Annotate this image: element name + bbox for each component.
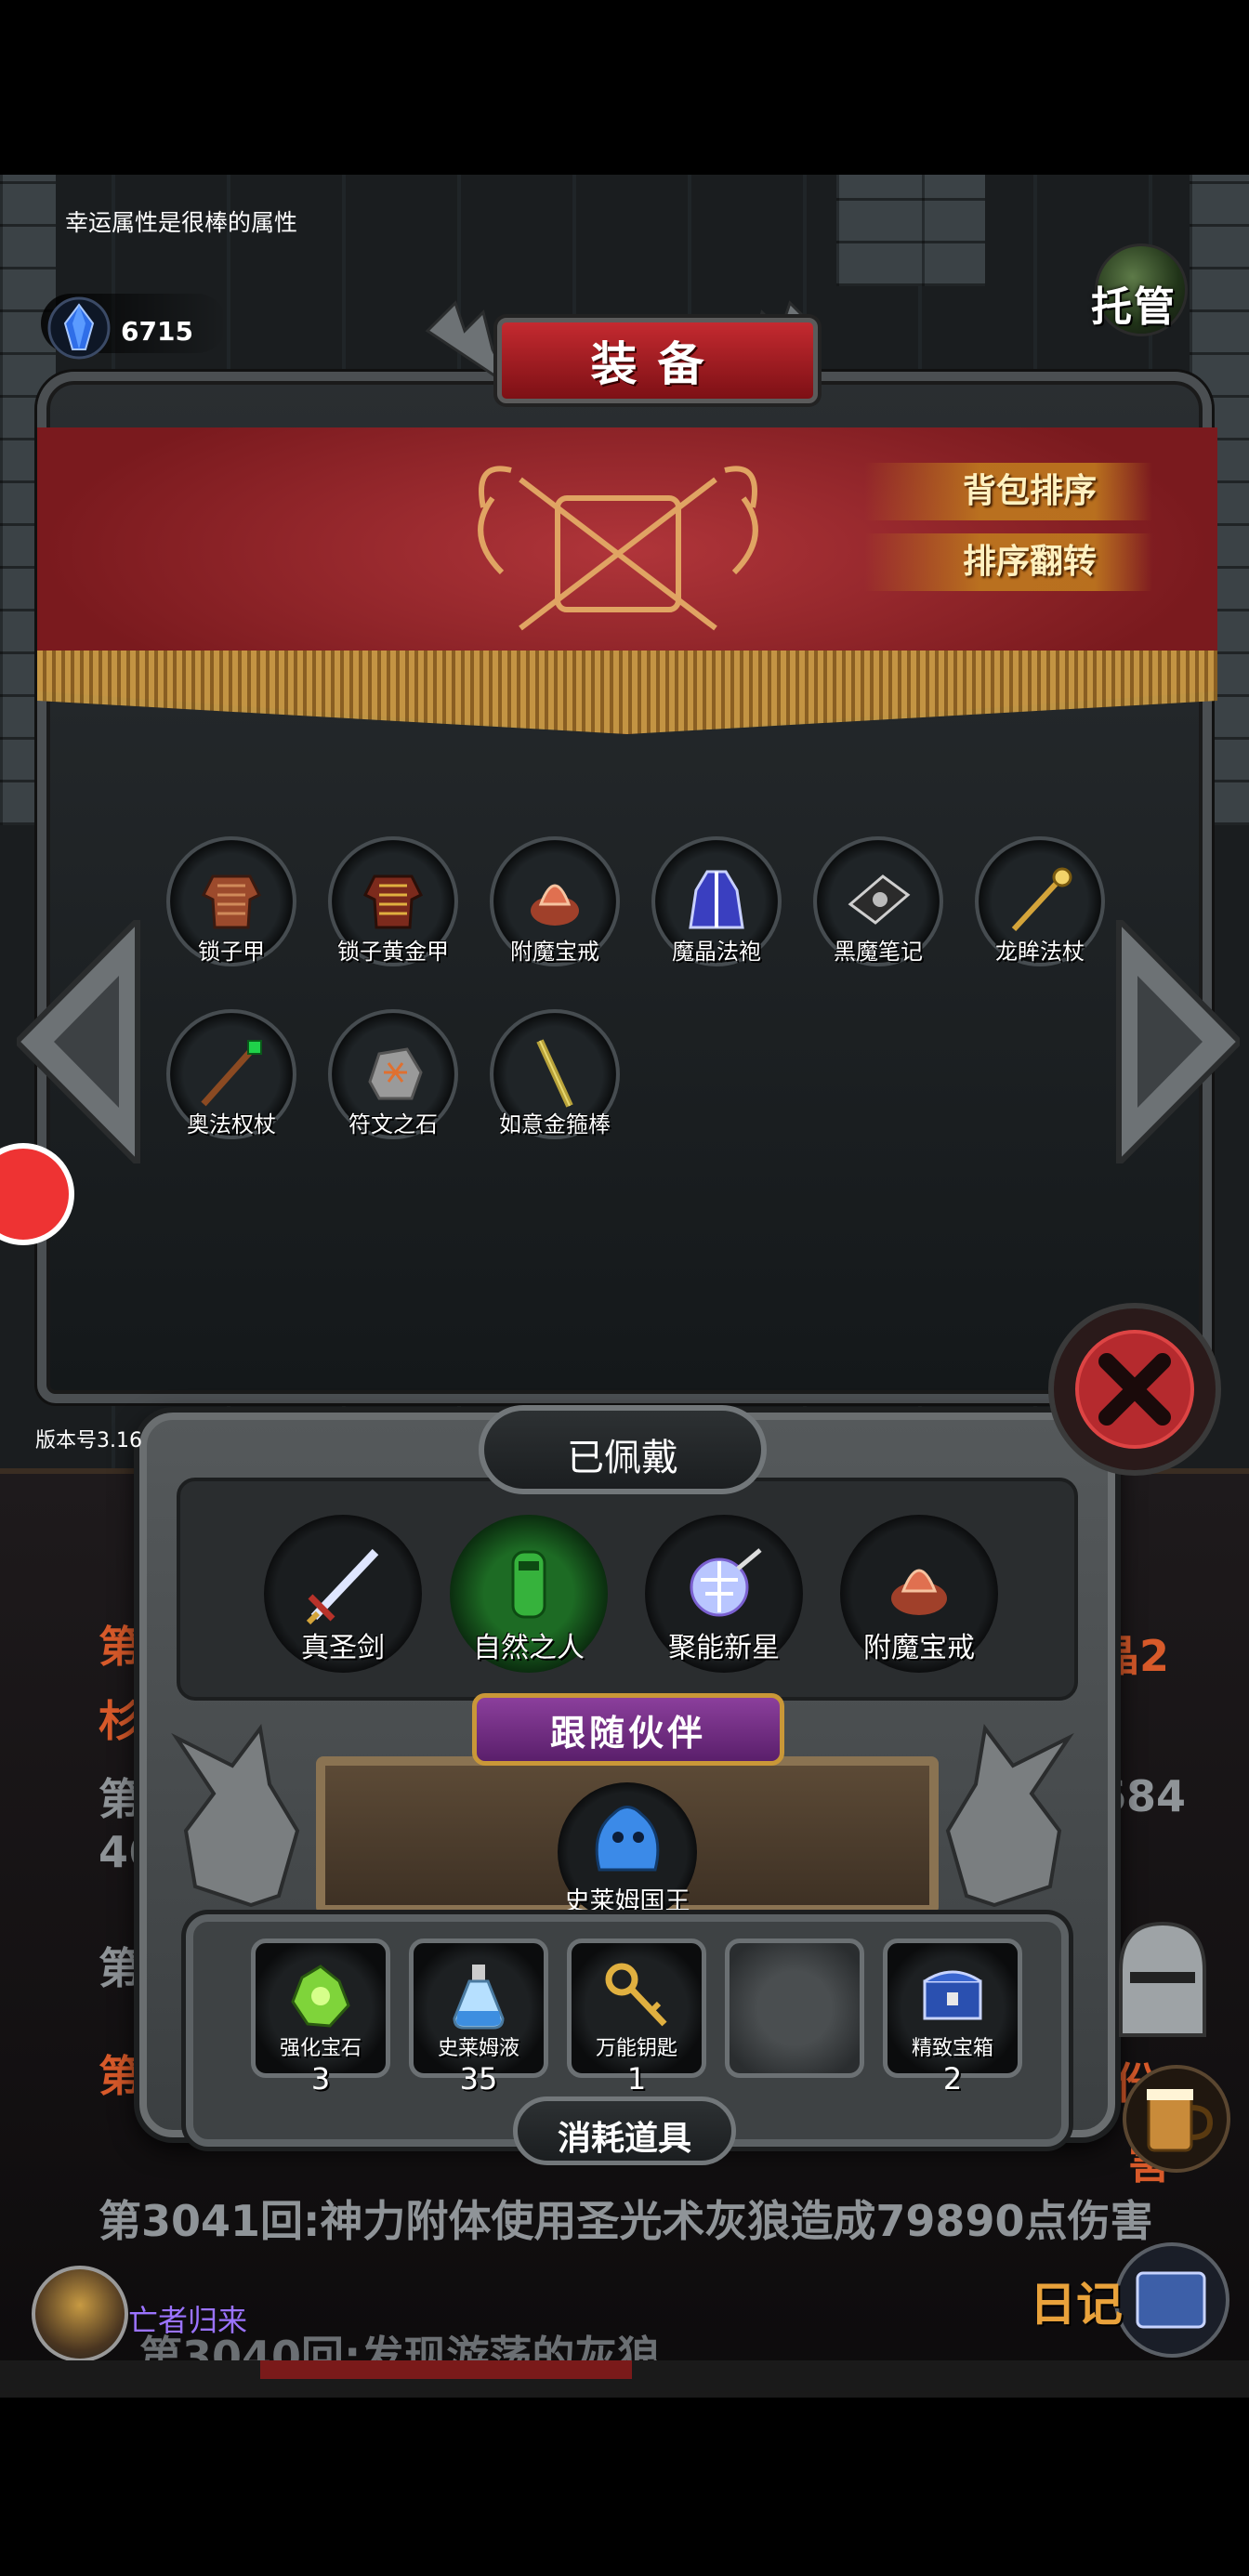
bag-item-slot[interactable]: 附魔宝戒 bbox=[485, 836, 624, 994]
gargoyle-left-icon bbox=[171, 1724, 300, 1908]
equipped-slot[interactable]: 附魔宝戒 bbox=[840, 1515, 998, 1673]
bag-item-slot[interactable]: 魔晶法袍 bbox=[647, 836, 786, 994]
bag-item-name: 锁子黄金甲 bbox=[337, 939, 449, 965]
bag-item-name: 附魔宝戒 bbox=[510, 939, 599, 965]
bag-item-name: 魔晶法袍 bbox=[672, 939, 761, 965]
sword-icon bbox=[306, 1548, 379, 1625]
robe-icon bbox=[689, 870, 744, 929]
chest-icon bbox=[923, 1970, 982, 2020]
player-name: 亡者归来 bbox=[128, 2303, 248, 2338]
consumable-qty: 35 bbox=[459, 2061, 498, 2096]
bag-item-name: 黑魔笔记 bbox=[834, 939, 923, 965]
diary-book-icon[interactable] bbox=[1111, 2240, 1232, 2360]
bottom-bar bbox=[0, 2360, 1249, 2398]
book-icon bbox=[848, 874, 911, 925]
consumable-qty: 2 bbox=[942, 2061, 963, 2096]
consumables-title: 消耗道具 bbox=[557, 2120, 691, 2158]
consumable-slot[interactable]: 强化宝石 3 bbox=[251, 1939, 390, 2096]
auto-battle-label: 托管 bbox=[1091, 283, 1177, 331]
equipped-item-name: 聚能新星 bbox=[668, 1632, 780, 1664]
bag-item-name: 奥法权杖 bbox=[187, 1111, 276, 1137]
consumable-name: 精致宝箱 bbox=[911, 2037, 993, 2060]
consumable-qty: 3 bbox=[310, 2061, 331, 2096]
golden-chainmail-icon bbox=[362, 874, 424, 929]
gargoyle-right-icon bbox=[945, 1724, 1074, 1908]
knight-helmet-icon[interactable] bbox=[1102, 1914, 1223, 2054]
slot-frame bbox=[725, 1939, 864, 2078]
consumable-name: 强化宝石 bbox=[279, 2037, 362, 2060]
crystal-icon bbox=[47, 296, 111, 360]
bag-item-name: 龙眸法杖 bbox=[995, 939, 1085, 965]
sort-bag-button[interactable]: 背包排序 bbox=[864, 463, 1152, 520]
potion-icon bbox=[453, 1965, 505, 2030]
ring-icon bbox=[531, 884, 579, 926]
nova-icon bbox=[690, 1548, 762, 1617]
log-fragment: 第 bbox=[99, 2051, 141, 2101]
equipped-title: 已佩戴 bbox=[567, 1437, 678, 1479]
equipped-item-name: 附魔宝戒 bbox=[863, 1632, 975, 1664]
bag-item-slot[interactable]: 如意金箍棒 bbox=[485, 1009, 624, 1167]
log-line-3041: 第3041回:神力附体使用圣光术灰狼造成79890点伤害 bbox=[99, 2196, 1153, 2246]
castle-wall-top bbox=[836, 175, 985, 286]
version-label: 版本号3.16 bbox=[35, 1429, 142, 1452]
golden-rod-icon bbox=[536, 1039, 573, 1108]
companion-title: 跟随伙伴 bbox=[549, 1713, 706, 1754]
bag-item-slot[interactable]: 符文之石 bbox=[323, 1009, 463, 1167]
bag-item-slot[interactable]: 龙眸法杖 bbox=[970, 836, 1110, 994]
equipment-title: 装备 bbox=[590, 337, 725, 391]
gem-icon bbox=[291, 1965, 350, 2028]
log-fragment: 第 bbox=[99, 1622, 141, 1672]
hint-text: 幸运属性是很棒的属性 bbox=[65, 209, 298, 236]
chainmail-icon bbox=[201, 874, 262, 929]
equipped-slot[interactable]: 自然之人 bbox=[450, 1515, 608, 1673]
consumable-slot[interactable]: 万能钥匙 1 bbox=[567, 1939, 706, 2096]
next-page-arrow-icon[interactable] bbox=[1111, 920, 1240, 1163]
bag-item-name: 锁子甲 bbox=[198, 939, 265, 965]
bag-item-slot[interactable]: 黑魔笔记 bbox=[809, 836, 948, 994]
consumable-name: 史莱姆液 bbox=[437, 2037, 519, 2060]
log-fragment: 第 bbox=[99, 1943, 141, 1993]
consumable-slot[interactable]: 史莱姆液 35 bbox=[409, 1939, 548, 2096]
player-avatar[interactable] bbox=[32, 2266, 128, 2362]
staff-icon bbox=[1011, 867, 1072, 932]
companion-name: 史莱姆国王 bbox=[564, 1887, 690, 1916]
auto-battle-button[interactable]: 托管 bbox=[1084, 243, 1204, 346]
bag-item-slot[interactable]: 锁子黄金甲 bbox=[323, 836, 463, 994]
beer-mug-icon[interactable] bbox=[1121, 2063, 1232, 2175]
equipped-slot[interactable]: 聚能新星 bbox=[645, 1515, 803, 1673]
crystal-count: 6715 bbox=[121, 316, 193, 347]
consumable-name: 万能钥匙 bbox=[595, 2037, 677, 2060]
ring-icon bbox=[891, 1569, 947, 1615]
slime-king-icon bbox=[595, 1806, 660, 1872]
bag-item-name: 如意金箍棒 bbox=[499, 1111, 611, 1137]
diary-label[interactable]: 日记 bbox=[1030, 2267, 1123, 2334]
close-icon[interactable] bbox=[1046, 1301, 1223, 1478]
previous-page-arrow-icon[interactable] bbox=[17, 920, 145, 1163]
consumable-slot[interactable]: 精致宝箱 2 bbox=[883, 1939, 1022, 2096]
log-fragment: 杉 bbox=[99, 1696, 141, 1746]
reverse-sort-button[interactable]: 排序翻转 bbox=[864, 533, 1152, 591]
bag-item-name: 符文之石 bbox=[348, 1111, 438, 1137]
equipped-slot[interactable]: 真圣剑 bbox=[264, 1515, 422, 1673]
progress-strip bbox=[260, 2360, 632, 2379]
key-icon bbox=[605, 1963, 667, 2027]
consumable-slot-empty[interactable] bbox=[725, 1939, 864, 2078]
bag-item-slot[interactable]: 锁子甲 bbox=[162, 836, 301, 994]
rune-stone-icon bbox=[368, 1047, 423, 1100]
nature-man-icon bbox=[511, 1550, 546, 1619]
bag-item-slot[interactable]: 奥法权杖 bbox=[162, 1009, 301, 1167]
crossed-swords-emblem-icon bbox=[478, 466, 758, 631]
consumable-qty: 1 bbox=[626, 2061, 647, 2096]
equipped-item-name: 自然之人 bbox=[473, 1632, 585, 1664]
scepter-icon bbox=[201, 1040, 262, 1107]
equipped-item-name: 真圣剑 bbox=[301, 1632, 385, 1664]
